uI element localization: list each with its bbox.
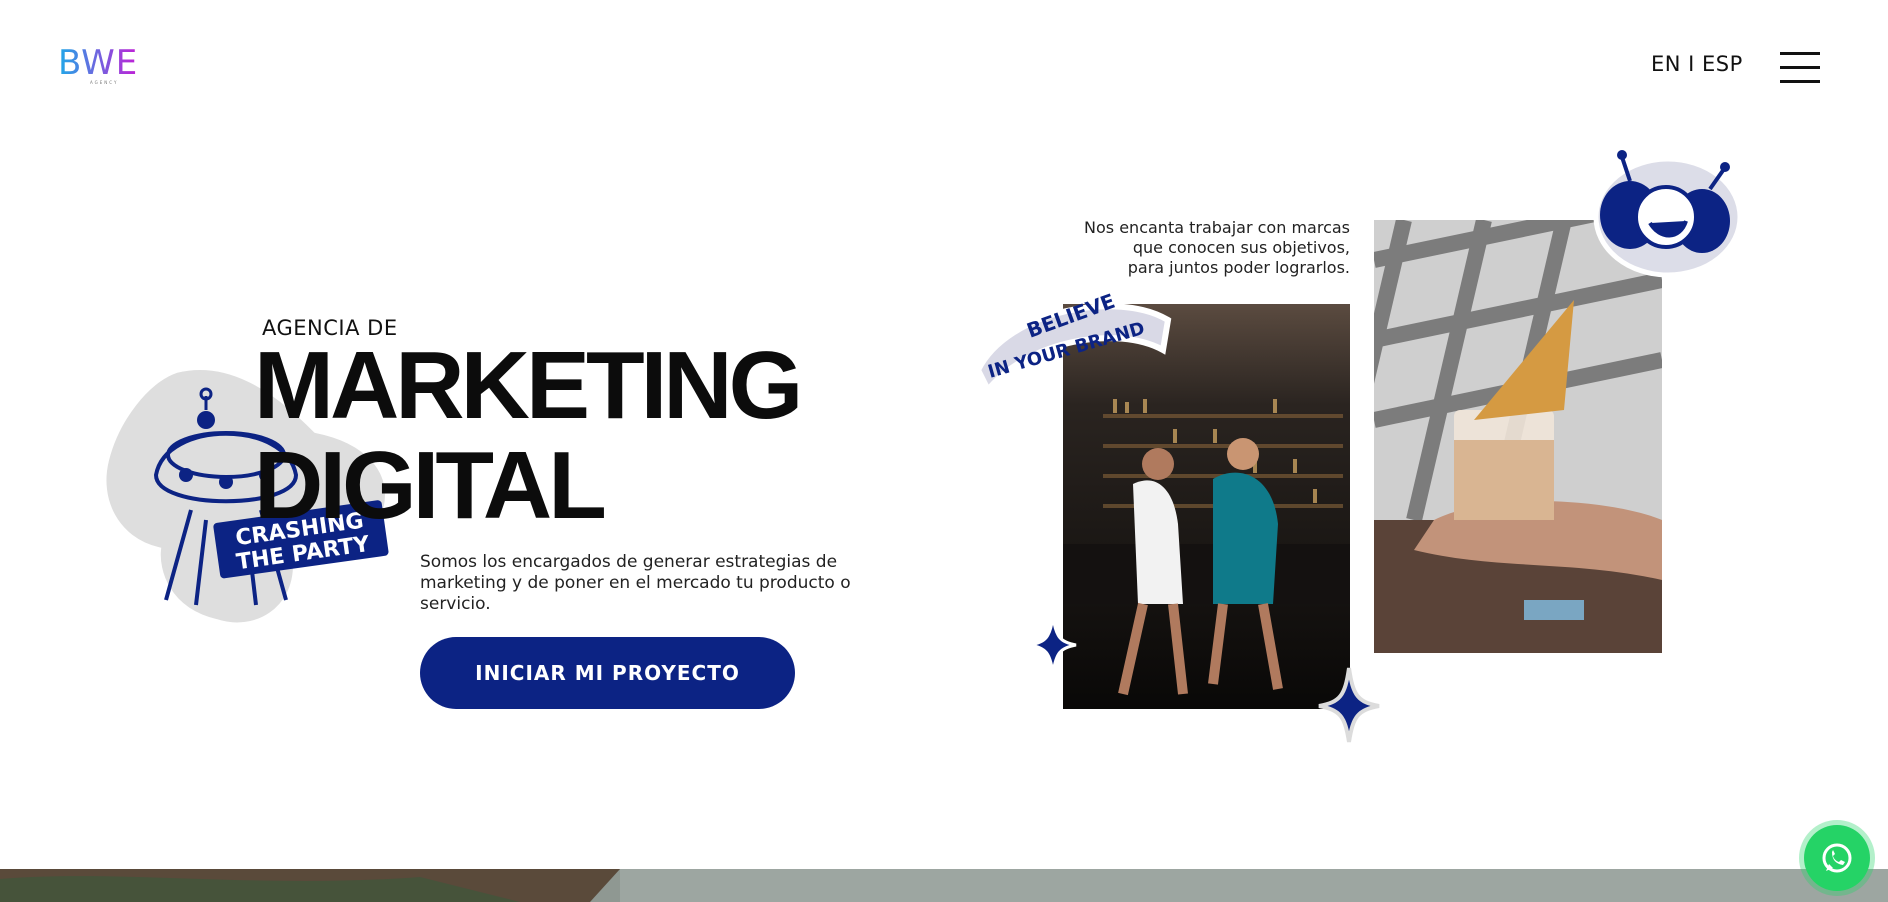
whatsapp-icon (1822, 843, 1852, 873)
side-quote: Nos encanta trabajar con marcas que cono… (1060, 218, 1350, 278)
start-project-button[interactable]: INICIAR MI PROYECTO (420, 637, 795, 709)
logo-wordmark: BWE (58, 44, 138, 83)
headline-line-2: DIGITAL (254, 432, 607, 539)
quote-line-2: que conocen sus objetivos, (1132, 238, 1350, 257)
next-section-landscape (0, 869, 1888, 902)
logo-subtext: AGENCY (90, 80, 118, 85)
alien-sticker (1593, 150, 1743, 278)
believe-in-your-brand-sticker: BELIEVE IN YOUR BRAND (974, 290, 1172, 395)
hero-description: Somos los encargados de generar estrateg… (420, 552, 851, 614)
sparkle-icon (1029, 616, 1077, 674)
quote-line-3: para juntos poder lograrlos. (1127, 258, 1350, 277)
hero-headline: MARKETING DIGITAL (254, 332, 803, 539)
language-switch[interactable]: EN I ESP (1651, 52, 1743, 76)
whatsapp-button[interactable] (1804, 825, 1870, 891)
ice-cream-photo (1374, 220, 1662, 653)
bwe-logo[interactable]: BWE AGENCY (56, 44, 142, 90)
quote-line-1: Nos encanta trabajar con marcas (1084, 218, 1350, 237)
sparkle-icon (1318, 667, 1380, 743)
headline-line-1: MARKETING (254, 332, 803, 439)
hamburger-menu-icon[interactable] (1780, 52, 1820, 84)
